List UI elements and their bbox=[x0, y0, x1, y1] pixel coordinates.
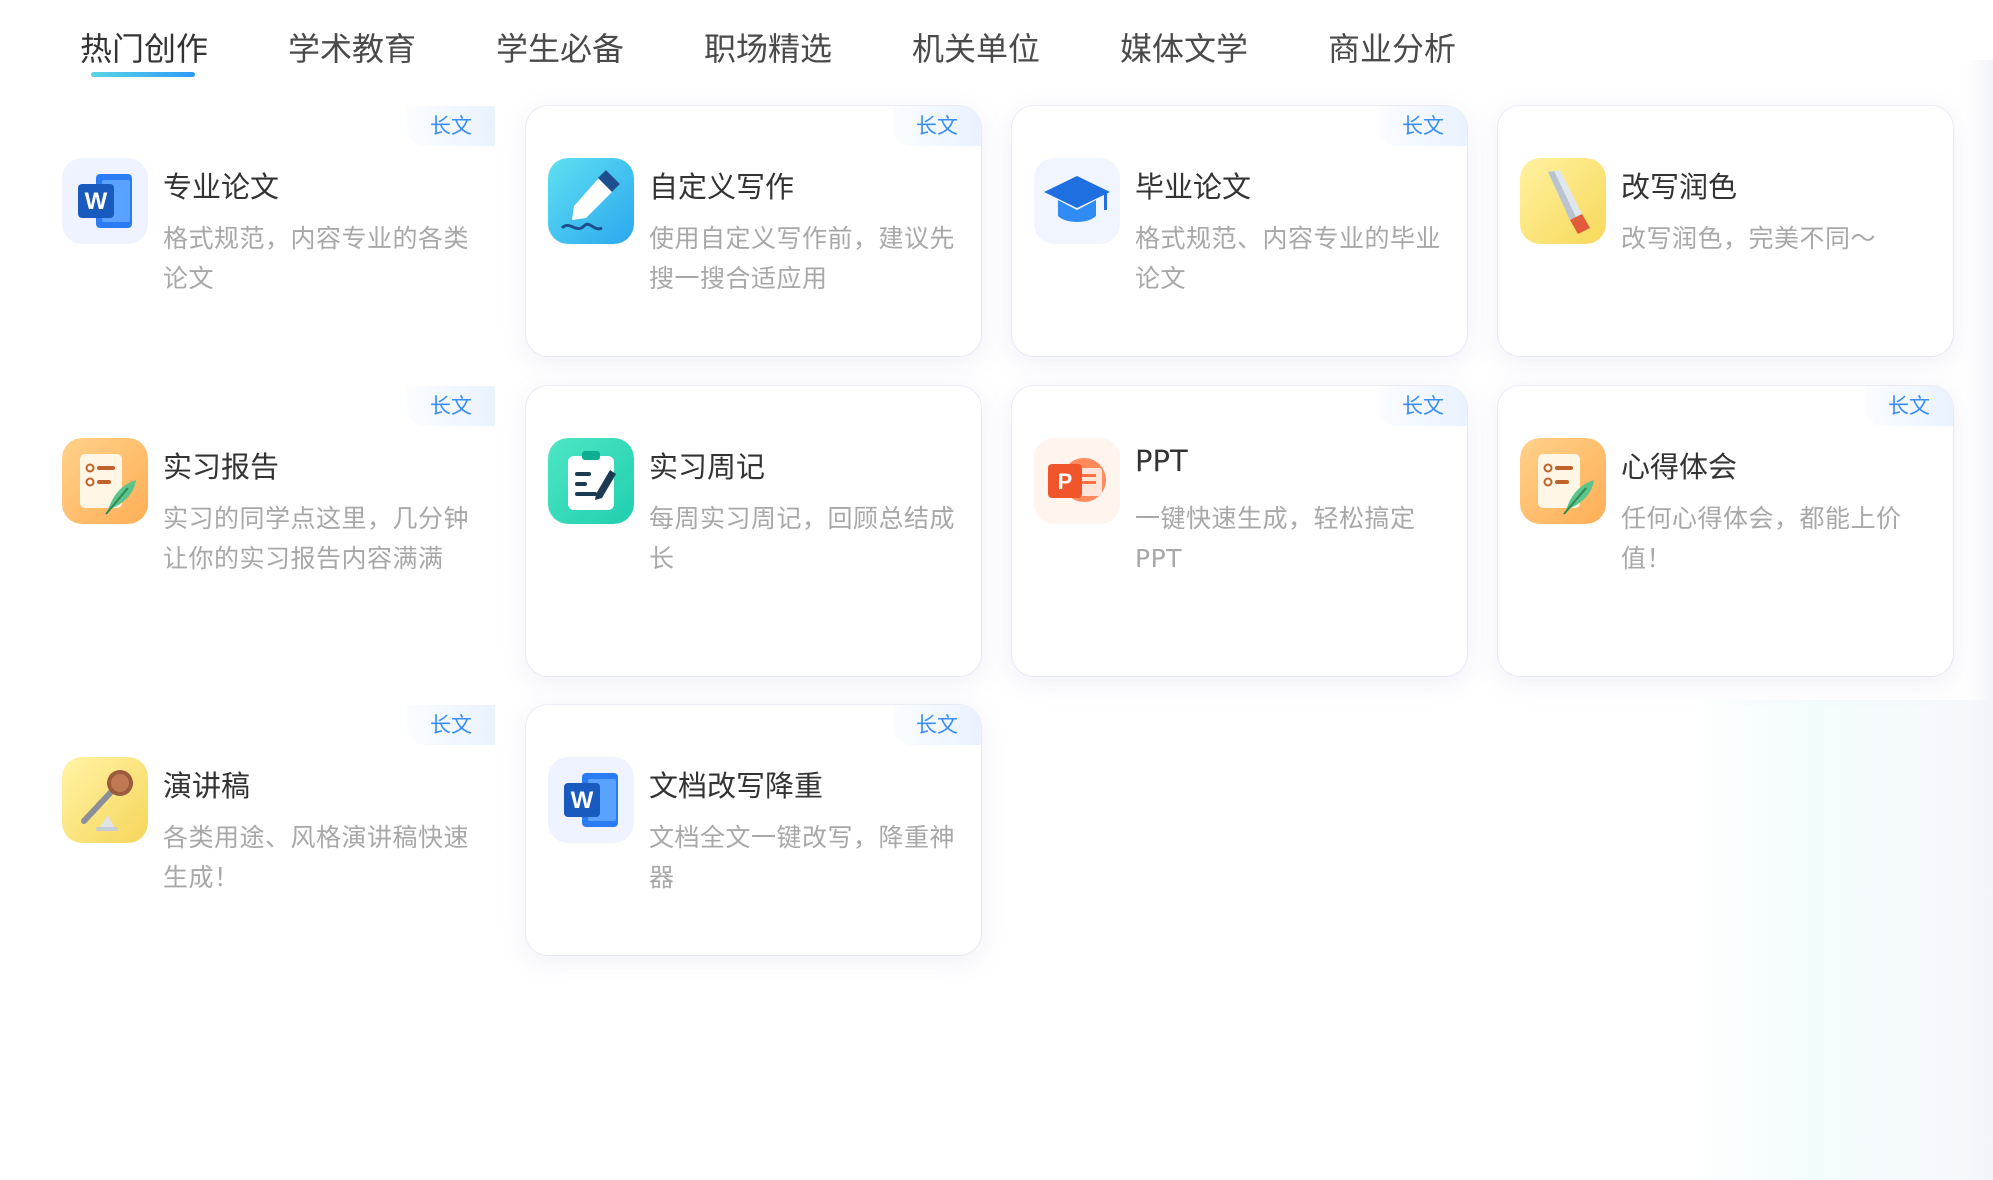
app-card-speech-draft[interactable]: 长文 演讲稿 各类用途、风格演讲稿快速生成！ bbox=[40, 705, 495, 955]
app-card-custom-writing[interactable]: 长文 自定义写作 使用自定义写作前，建议先搜一搜合适应用 bbox=[526, 106, 981, 356]
long-text-badge: 长文 bbox=[1379, 386, 1467, 426]
card-description: 实习的同学点这里，几分钟让你的实习报告内容满满 bbox=[163, 504, 470, 573]
card-description: 任何心得体会，都能上价值！ bbox=[1621, 504, 1902, 573]
long-text-badge: 长文 bbox=[1379, 106, 1467, 146]
app-card-graduation-thesis[interactable]: 长文 毕业论文 格式规范、内容专业的毕业论文 bbox=[1012, 106, 1467, 356]
long-text-badge: 长文 bbox=[893, 106, 981, 146]
card-title: 文档改写降重 bbox=[649, 769, 824, 803]
long-text-badge: 长文 bbox=[407, 705, 495, 745]
card-title: 专业论文 bbox=[163, 170, 280, 204]
card-description: 每周实习周记，回顾总结成长 bbox=[649, 504, 956, 573]
pen-writing-icon bbox=[548, 158, 634, 244]
tab-business-analysis[interactable]: 商业分析 bbox=[1328, 24, 1456, 74]
svg-text:W: W bbox=[571, 787, 594, 814]
background-edge bbox=[1965, 60, 1993, 1180]
word-doc-icon: W bbox=[548, 757, 634, 843]
card-description: 一键快速生成，轻松搞定PPT bbox=[1135, 504, 1416, 573]
svg-text:P: P bbox=[1058, 469, 1073, 494]
app-card-ppt[interactable]: 长文 P PPT 一键快速生成，轻松搞定PPT bbox=[1012, 386, 1467, 676]
brush-pen-icon bbox=[1520, 158, 1606, 244]
clipboard-pen-icon bbox=[548, 438, 634, 524]
tab-government-units[interactable]: 机关单位 bbox=[912, 24, 1040, 74]
long-text-badge: 长文 bbox=[893, 705, 981, 745]
report-quill-icon bbox=[1520, 438, 1606, 524]
app-card-experience-reflection[interactable]: 长文 心得体会 任何心得体会，都能上价值！ bbox=[1498, 386, 1953, 676]
microphone-icon bbox=[62, 757, 148, 843]
card-description: 格式规范、内容专业的毕业论文 bbox=[1135, 224, 1442, 293]
app-card-professional-paper[interactable]: 长文 W 专业论文 格式规范，内容专业的各类论文 bbox=[40, 106, 495, 356]
card-title: 改写润色 bbox=[1621, 170, 1738, 204]
app-card-rewrite-polish[interactable]: 改写润色 改写润色，完美不同～ bbox=[1498, 106, 1953, 356]
card-description: 各类用途、风格演讲稿快速生成！ bbox=[163, 823, 470, 892]
long-text-badge: 长文 bbox=[407, 106, 495, 146]
background-fade bbox=[1690, 700, 1993, 1180]
report-quill-icon bbox=[62, 438, 148, 524]
card-title: PPT bbox=[1135, 444, 1188, 478]
card-description: 改写润色，完美不同～ bbox=[1621, 224, 1877, 253]
app-card-document-rewrite[interactable]: 长文 W 文档改写降重 文档全文一键改写，降重神器 bbox=[526, 705, 981, 955]
active-tab-indicator bbox=[91, 72, 195, 77]
card-description: 使用自定义写作前，建议先搜一搜合适应用 bbox=[649, 224, 956, 293]
card-title: 自定义写作 bbox=[649, 170, 795, 204]
card-title: 心得体会 bbox=[1621, 450, 1738, 484]
card-title: 实习周记 bbox=[649, 450, 766, 484]
tab-academic-education[interactable]: 学术教育 bbox=[288, 24, 416, 74]
long-text-badge: 长文 bbox=[407, 386, 495, 426]
card-title: 毕业论文 bbox=[1135, 170, 1252, 204]
tab-workplace-picks[interactable]: 职场精选 bbox=[704, 24, 832, 74]
tab-hot-creation[interactable]: 热门创作 bbox=[80, 24, 208, 74]
app-card-internship-weekly[interactable]: 实习周记 每周实习周记，回顾总结成长 bbox=[526, 386, 981, 676]
card-description: 格式规范，内容专业的各类论文 bbox=[163, 224, 470, 293]
powerpoint-icon: P bbox=[1034, 438, 1120, 524]
card-description: 文档全文一键改写，降重神器 bbox=[649, 823, 956, 892]
tab-media-literature[interactable]: 媒体文学 bbox=[1120, 24, 1248, 74]
tab-student-essentials[interactable]: 学生必备 bbox=[496, 24, 624, 74]
card-title: 实习报告 bbox=[163, 450, 280, 484]
category-tabs: 热门创作 学术教育 学生必备 职场精选 机关单位 媒体文学 商业分析 bbox=[0, 0, 1993, 100]
svg-text:W: W bbox=[85, 188, 108, 215]
card-title: 演讲稿 bbox=[163, 769, 251, 803]
long-text-badge: 长文 bbox=[1865, 386, 1953, 426]
graduation-cap-icon bbox=[1034, 158, 1120, 244]
app-card-internship-report[interactable]: 长文 实习报告 实习的同学点这里，几分钟让你的实习报告内容满满 bbox=[40, 386, 495, 676]
word-doc-icon: W bbox=[62, 158, 148, 244]
